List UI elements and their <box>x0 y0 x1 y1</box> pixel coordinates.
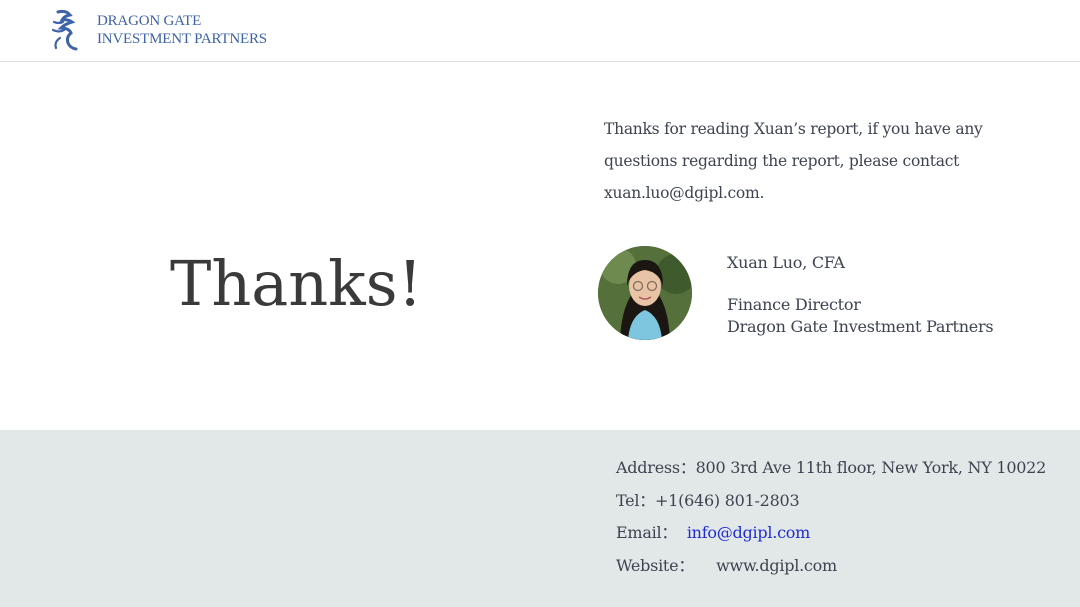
brand-name: DRAGON GATE INVESTMENT PARTNERS <box>97 12 267 48</box>
website-row: Website： www.dgipl.com <box>616 550 1046 583</box>
person-name: Xuan Luo, CFA <box>727 253 845 272</box>
portrait-image <box>598 246 692 340</box>
tel-label: Tel： <box>616 490 656 510</box>
header-bar: DRAGON GATE INVESTMENT PARTNERS <box>0 0 1080 62</box>
intro-text: Thanks for reading Xuan’s report, if you… <box>604 120 983 202</box>
address-label: Address： <box>616 458 696 477</box>
person-card: Xuan Luo, CFA Finance Director Dragon Ga… <box>727 252 994 338</box>
email-row: Email： info@dgipl.com <box>616 517 1046 550</box>
address-value: 800 3rd Ave 11th floor, New York, NY 100… <box>695 458 1047 477</box>
email-label: Email： <box>616 523 678 542</box>
website-link[interactable]: www.dgipl.com <box>716 556 837 575</box>
person-role: Finance Director <box>727 295 861 314</box>
email-link[interactable]: info@dgipl.com <box>687 523 811 542</box>
address-row: Address：800 3rd Ave 11th floor, New York… <box>616 452 1046 485</box>
dragon-logo-icon <box>51 9 78 51</box>
avatar <box>598 246 692 340</box>
tel-value: +1(646) 801-2803 <box>655 490 800 510</box>
contact-footer: Address：800 3rd Ave 11th floor, New York… <box>0 430 1080 607</box>
thanks-heading: Thanks! <box>170 247 423 320</box>
website-label: Website： <box>616 555 695 575</box>
brand-line-2: INVESTMENT PARTNERS <box>97 31 267 47</box>
contact-block: Address：800 3rd Ave 11th floor, New York… <box>616 452 1046 582</box>
person-company: Dragon Gate Investment Partners <box>727 317 994 336</box>
brand-line-1: DRAGON GATE <box>97 13 202 29</box>
tel-row: Tel：+1(646) 801-2803 <box>616 485 1046 518</box>
